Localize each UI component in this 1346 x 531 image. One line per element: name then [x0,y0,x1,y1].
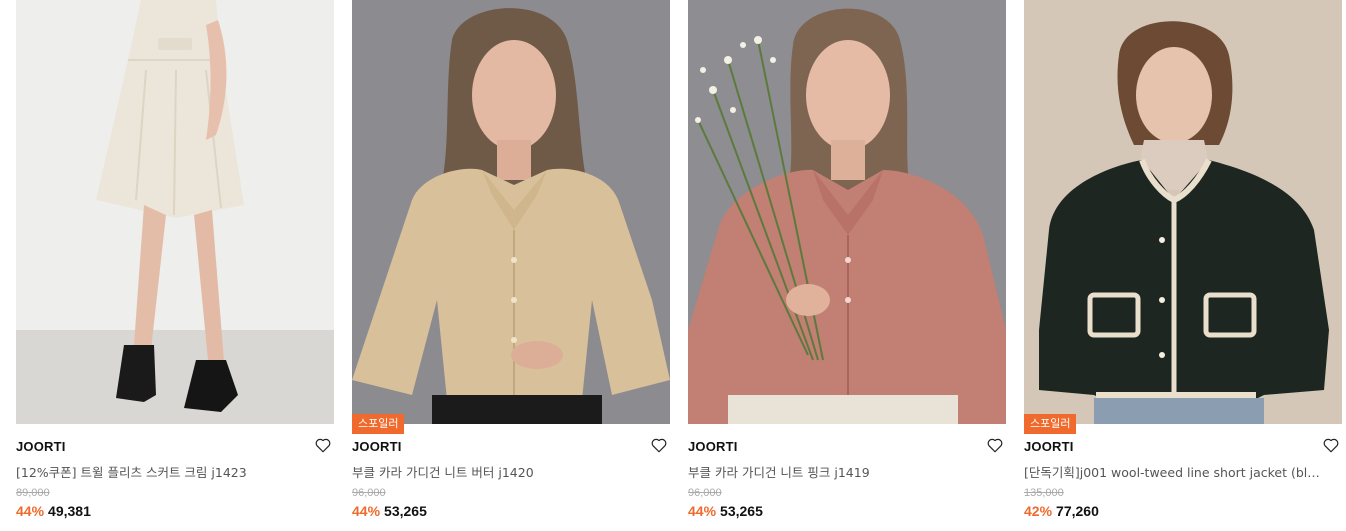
discount-rate: 44% [352,503,381,519]
cream-skirt-photo [16,0,334,424]
brand-name[interactable]: JOORTI [352,439,402,454]
sale-price: 53,265 [384,503,427,519]
wishlist-heart-icon[interactable] [650,436,668,454]
price-line: 44% 53,265 [688,503,763,519]
wishlist-heart-icon[interactable] [314,436,332,454]
butter-cardigan-photo [352,0,670,424]
original-price: 135,000 [1024,487,1064,499]
product-image[interactable] [1024,0,1342,424]
brand-name[interactable]: JOORTI [688,439,738,454]
sale-price: 53,265 [720,503,763,519]
wishlist-heart-icon[interactable] [1322,436,1340,454]
sale-price: 49,381 [48,503,91,519]
discount-rate: 44% [688,503,717,519]
product-grid: JOORTI [12%쿠폰] 트윌 플리츠 스커트 크림 j1423 89,00… [0,0,1346,531]
promo-badge: 스포일러 [352,414,405,434]
product-card[interactable]: 스포일러 JOORTI 부클 카라 가디건 니트 버터 j1420 96,000… [352,0,670,531]
black-tweed-jacket-photo [1024,0,1342,424]
product-card[interactable]: 스포일러 JOORTI [단독기획]j001 wool-tweed line s… [1024,0,1342,531]
product-name[interactable]: [12%쿠폰] 트윌 플리츠 스커트 크림 j1423 [16,462,316,481]
original-price: 89,000 [16,487,50,499]
product-card[interactable]: JOORTI 부클 카라 가디건 니트 핑크 j1419 96,000 44% 5… [688,0,1006,531]
price-line: 44% 53,265 [352,503,427,519]
promo-badge: 스포일러 [1024,414,1077,434]
product-image[interactable] [352,0,670,424]
price-line: 42% 77,260 [1024,503,1099,519]
price-line: 44% 49,381 [16,503,91,519]
product-image[interactable] [16,0,334,424]
product-image[interactable] [688,0,1006,424]
original-price: 96,000 [688,487,722,499]
pink-cardigan-photo [688,0,1006,424]
discount-rate: 44% [16,503,45,519]
product-card[interactable]: JOORTI [12%쿠폰] 트윌 플리츠 스커트 크림 j1423 89,00… [16,0,334,531]
brand-name[interactable]: JOORTI [16,439,66,454]
brand-name[interactable]: JOORTI [1024,439,1074,454]
discount-rate: 42% [1024,503,1053,519]
product-name[interactable]: 부클 카라 가디건 니트 버터 j1420 [352,462,652,481]
product-name[interactable]: [단독기획]j001 wool-tweed line short jacket … [1024,462,1324,481]
sale-price: 77,260 [1056,503,1099,519]
original-price: 96,000 [352,487,386,499]
product-name[interactable]: 부클 카라 가디건 니트 핑크 j1419 [688,462,988,481]
wishlist-heart-icon[interactable] [986,436,1004,454]
